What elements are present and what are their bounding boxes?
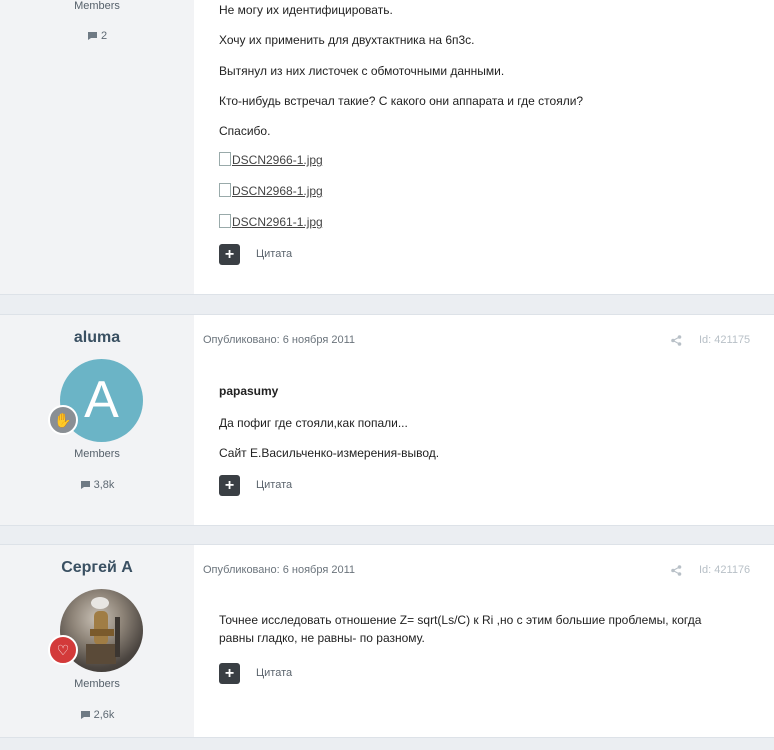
image-link[interactable]: DSCN2968-1.jpg — [219, 183, 323, 198]
post-paragraph: Сайт Е.Васильченко-измерения-вывод. — [219, 446, 440, 460]
post-0: Members 2 Не могу их идентифицировать. Х… — [0, 0, 774, 295]
comment-icon — [80, 481, 90, 489]
rank-badge-icon: ♡ — [48, 635, 78, 665]
post-paragraph: Да пофиг где стояли,как попали... — [219, 416, 408, 430]
member-group: Members — [74, 0, 120, 12]
post-count[interactable]: 3,8k — [0, 479, 194, 491]
post-paragraph: Кто-нибудь встречал такие? С какого они … — [219, 94, 584, 108]
member-group: Members — [74, 678, 120, 690]
quoted-author: papasumy — [219, 384, 279, 398]
author-panel: aluma A ✋ Members 3,8k — [0, 315, 194, 525]
post-id: Id: 421175 — [699, 334, 751, 346]
share-icon[interactable] — [671, 564, 682, 579]
broken-image-icon — [219, 152, 231, 166]
post-date[interactable]: Опубликовано: 6 ноября 2011 — [203, 564, 355, 576]
quote-button[interactable]: Цитата — [256, 479, 292, 491]
broken-image-icon — [219, 183, 231, 197]
post-paragraph: Хочу их применить для двухтактника на 6п… — [219, 33, 475, 47]
multiquote-button[interactable]: + — [219, 475, 240, 496]
quote-button[interactable]: Цитата — [256, 667, 292, 679]
post-1: aluma A ✋ Members 3,8k Опубликовано: 6 н… — [0, 314, 774, 526]
post-count[interactable]: 2 — [0, 30, 194, 42]
rank-badge-icon: ✋ — [48, 405, 78, 435]
post-date[interactable]: Опубликовано: 6 ноября 2011 — [203, 334, 355, 346]
author-panel: Сергей А ♡ Members 2,6k — [0, 545, 194, 737]
comment-icon — [87, 32, 97, 40]
post-paragraph: Точнее исследовать отношение Z= sqrt(Ls/… — [219, 613, 702, 627]
comment-icon — [80, 711, 90, 719]
post-paragraph: равны гладко, не равны- по разному. — [219, 631, 425, 645]
share-icon[interactable] — [671, 334, 682, 349]
post-paragraph: Не могу их идентифицировать. — [219, 3, 393, 17]
author-panel: Members 2 — [0, 0, 194, 294]
post-id: Id: 421176 — [699, 564, 751, 576]
quote-button[interactable]: Цитата — [256, 248, 292, 260]
multiquote-button[interactable]: + — [219, 663, 240, 684]
author-name[interactable]: aluma — [0, 329, 194, 347]
author-pointer — [180, 319, 194, 339]
broken-image-icon — [219, 214, 231, 228]
author-name[interactable]: Сергей А — [0, 559, 194, 577]
multiquote-button[interactable]: + — [219, 244, 240, 265]
image-link[interactable]: DSCN2966-1.jpg — [219, 152, 323, 167]
member-group: Members — [74, 448, 120, 460]
post-paragraph: Вытянул из них листочек с обмоточными да… — [219, 64, 505, 78]
post-2: Сергей А ♡ Members 2,6k Опубликовано: 6 … — [0, 544, 774, 738]
post-count[interactable]: 2,6k — [0, 709, 194, 721]
author-pointer — [180, 549, 194, 569]
post-paragraph: Спасибо. — [219, 124, 271, 138]
image-link[interactable]: DSCN2961-1.jpg — [219, 214, 323, 229]
